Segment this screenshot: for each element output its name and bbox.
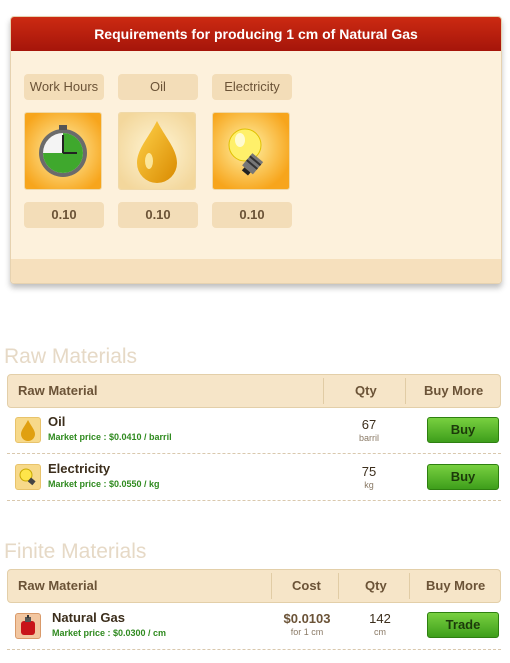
raw-materials-title: Raw Materials — [4, 345, 138, 368]
requirement-value: 0.10 — [118, 202, 198, 228]
requirement-work-hours: Work Hours 0.10 — [24, 74, 104, 228]
requirements-title: Requirements for producing 1 cm of Natur… — [11, 17, 501, 51]
requirement-value: 0.10 — [24, 202, 104, 228]
oil-drop-icon — [15, 417, 41, 443]
qty-cell: 142 cm — [355, 611, 405, 637]
qty-unit: barril — [358, 433, 379, 443]
clock-icon — [24, 112, 102, 190]
buy-button[interactable]: Buy — [427, 464, 499, 490]
requirement-oil: Oil 0.10 — [118, 74, 198, 228]
trade-button[interactable]: Trade — [427, 612, 499, 638]
gas-cylinder-icon — [15, 613, 41, 639]
table-row: Electricity Market price : $0.0550 / kg … — [7, 455, 501, 501]
qty-value: 75 — [361, 464, 377, 479]
requirement-electricity: Electricity 0.10 — [212, 74, 292, 228]
cost-value: $0.0103 — [283, 611, 331, 626]
col-cost: Cost — [292, 578, 321, 593]
col-raw-material: Raw Material — [18, 383, 98, 398]
requirement-label: Work Hours — [24, 74, 104, 100]
market-price: Market price : $0.0410 / barril — [48, 432, 172, 442]
col-raw-material: Raw Material — [18, 578, 98, 593]
qty-value: 67 — [361, 417, 377, 432]
col-qty: Qty — [355, 383, 377, 398]
requirements-panel: Requirements for producing 1 cm of Natur… — [10, 16, 502, 284]
finite-materials-title: Finite Materials — [4, 540, 147, 563]
cost-cell: $0.0103 for 1 cm — [276, 611, 338, 637]
requirement-label: Electricity — [212, 74, 292, 100]
qty-cell: 75 kg — [344, 464, 394, 490]
buy-button[interactable]: Buy — [427, 417, 499, 443]
cost-subtext: for 1 cm — [290, 627, 324, 637]
qty-unit: kg — [364, 480, 374, 490]
requirements-footer — [11, 259, 501, 283]
raw-materials-header: Raw Material Qty Buy More — [7, 374, 501, 408]
table-row: Natural Gas Market price : $0.0300 / cm … — [7, 604, 501, 650]
table-row: Oil Market price : $0.0410 / barril 67 b… — [7, 408, 501, 454]
col-buy-more: Buy More — [426, 578, 486, 593]
qty-value: 142 — [369, 611, 391, 626]
market-price: Market price : $0.0550 / kg — [48, 479, 160, 489]
light-bulb-icon — [212, 112, 290, 190]
col-qty: Qty — [365, 578, 387, 593]
qty-cell: 67 barril — [344, 417, 394, 443]
light-bulb-icon — [15, 464, 41, 490]
finite-materials-header: Raw Material Cost Qty Buy More — [7, 569, 501, 603]
qty-unit: cm — [374, 627, 386, 637]
material-name: Oil — [48, 414, 66, 429]
requirement-value: 0.10 — [212, 202, 292, 228]
oil-drop-icon — [118, 112, 196, 190]
material-name: Electricity — [48, 461, 111, 476]
material-name: Natural Gas — [52, 610, 125, 625]
col-buy-more: Buy More — [424, 383, 484, 398]
requirement-label: Oil — [118, 74, 198, 100]
market-price: Market price : $0.0300 / cm — [52, 628, 167, 638]
